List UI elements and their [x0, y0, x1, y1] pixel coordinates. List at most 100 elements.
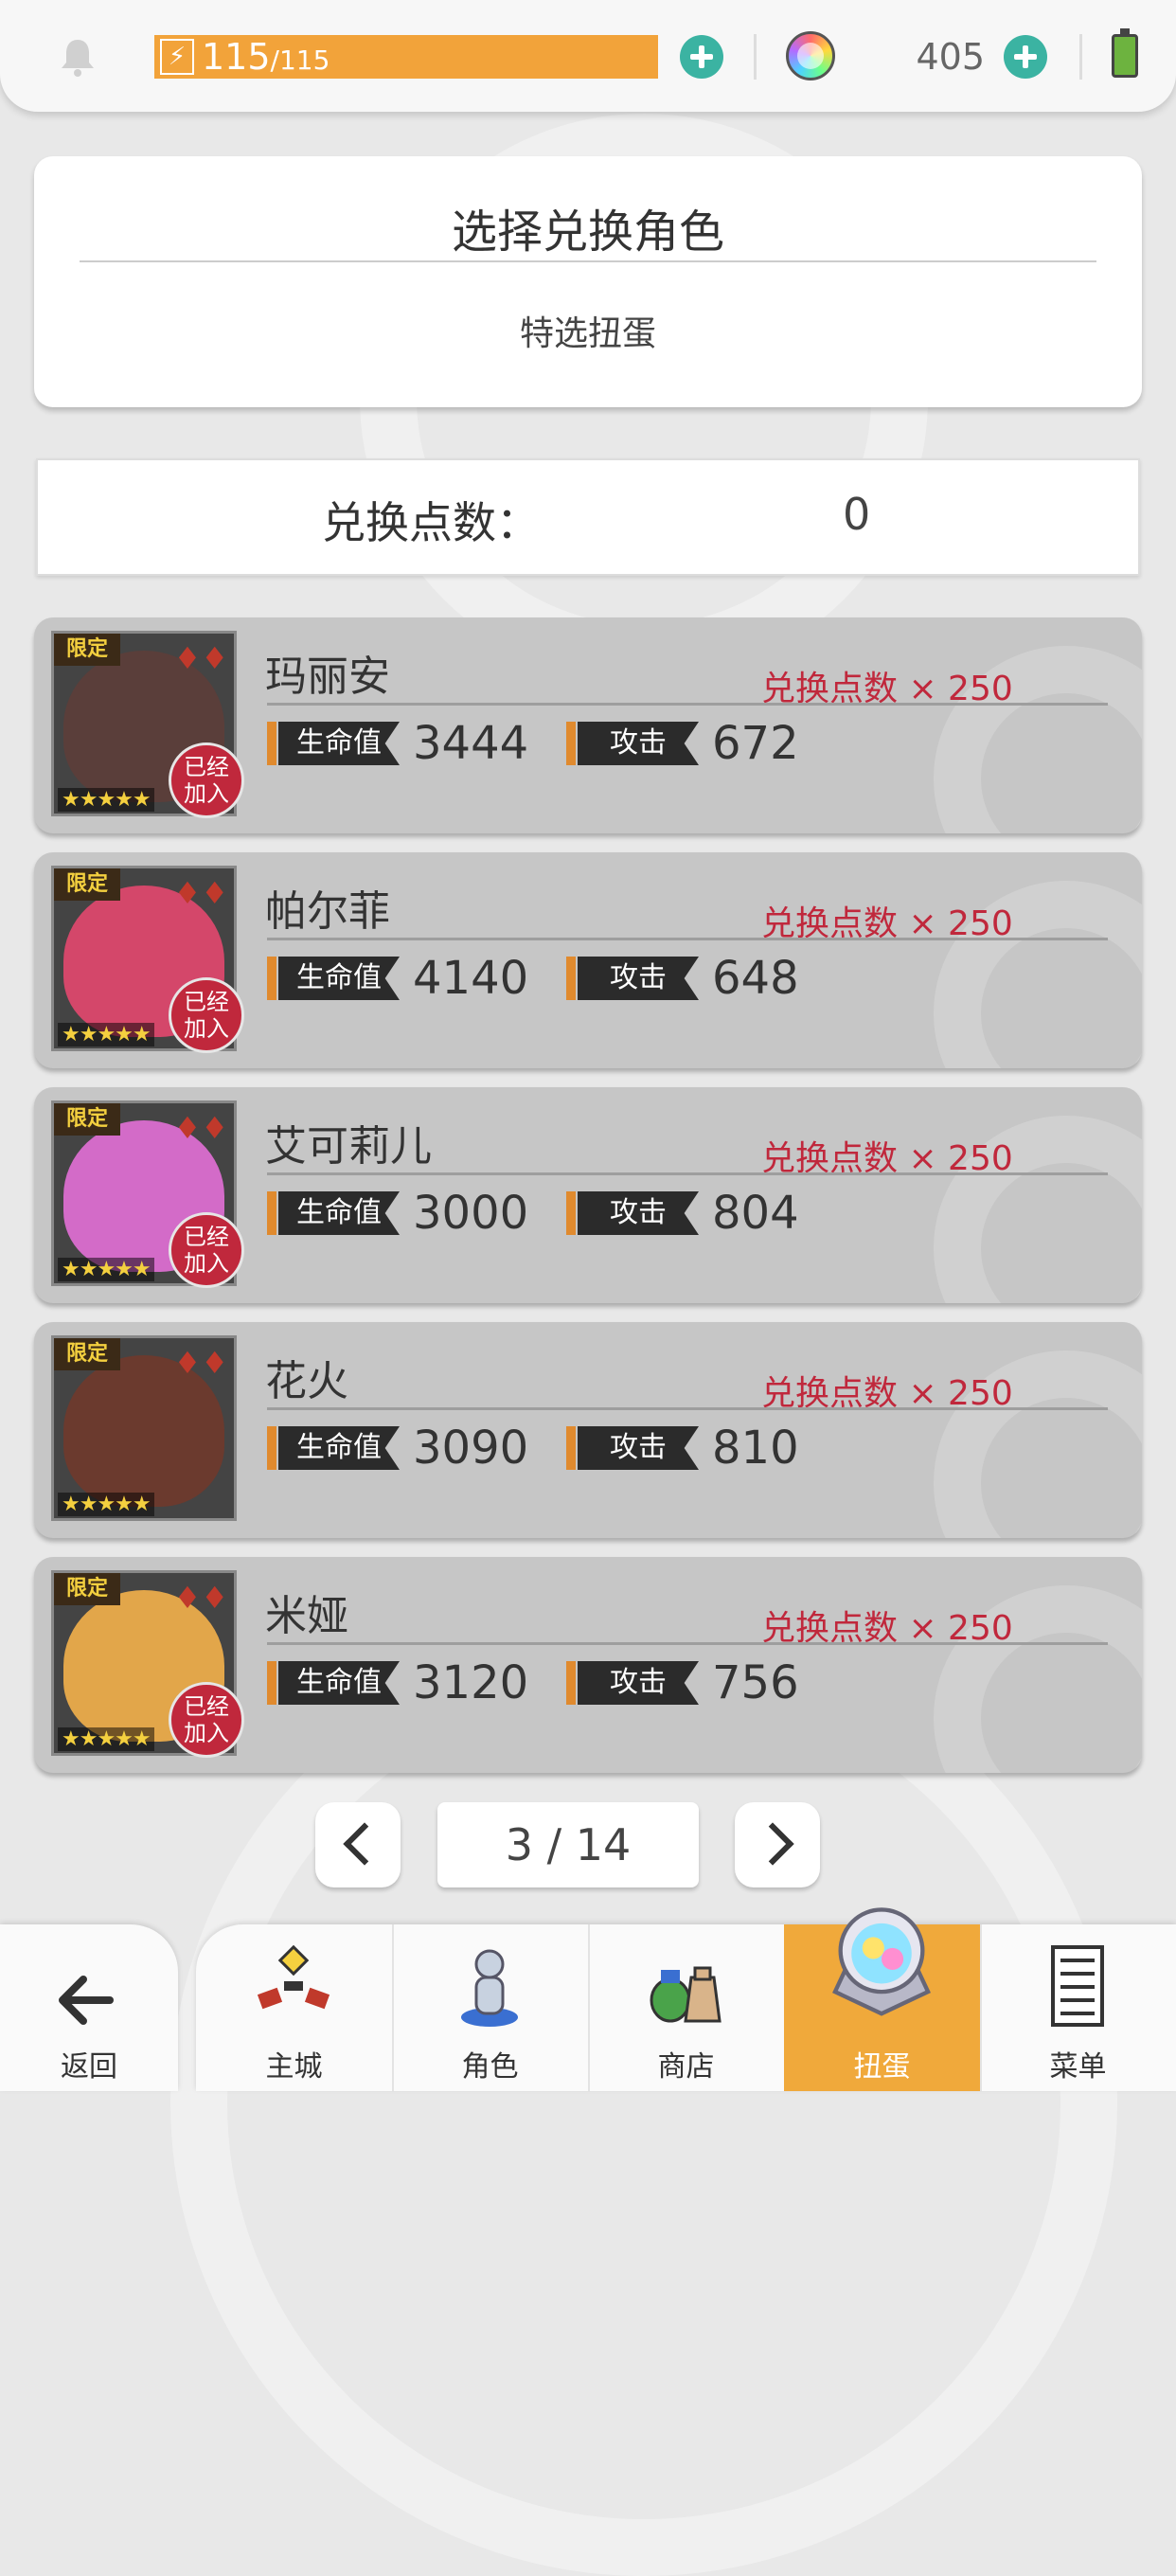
character-name: 花火 [265, 1357, 348, 1405]
attack-value: 804 [712, 1187, 799, 1240]
divider [267, 1642, 1108, 1645]
joined-badge: 已经 加入 [169, 977, 244, 1053]
diamond-suit-icon: ♦♦ [173, 1110, 228, 1146]
joined-badge-line2: 加入 [184, 1720, 229, 1746]
limited-tag: 限定 [54, 1338, 120, 1370]
attack-value: 756 [712, 1656, 799, 1709]
add-gems-button[interactable] [1004, 35, 1047, 79]
chevron-right-icon [751, 1822, 794, 1866]
exchange-points-value: 0 [843, 489, 871, 540]
character-card[interactable]: 限定 ♦♦ ★★★★★ 已经 加入 米娅 兑换点数 × 250 生命值 3120 攻击 756 [34, 1557, 1142, 1773]
joined-badge-line1: 已经 [184, 1224, 229, 1250]
attack-label: 攻击 [578, 722, 699, 765]
joined-badge-line2: 加入 [184, 780, 229, 807]
limited-tag: 限定 [54, 634, 120, 666]
select-character-panel[interactable]: 选择兑换角色 特选扭蛋 [34, 156, 1142, 407]
joined-badge-line2: 加入 [184, 1250, 229, 1277]
nav-item-menu[interactable]: 菜单 [980, 1924, 1176, 2091]
attack-label: 攻击 [578, 1426, 699, 1470]
gacha-orb-icon [832, 1907, 931, 2016]
rainbow-gem-icon [786, 31, 835, 80]
divider [267, 703, 1108, 706]
hp-label: 生命值 [278, 957, 400, 1000]
panel-title: 选择兑换角色 [451, 206, 724, 259]
nav-label: 商店 [657, 2050, 715, 2084]
exchange-points-label: 兑换点数： [322, 497, 540, 548]
divider [80, 260, 1096, 262]
back-label: 返回 [61, 2050, 117, 2084]
divider [754, 34, 757, 80]
main-city-icon [257, 1944, 330, 2010]
nav-item-shop[interactable]: 商店 [588, 1924, 784, 2091]
divider [267, 938, 1108, 940]
rarity-stars: ★★★★★ [58, 1023, 154, 1046]
attack-value: 672 [712, 717, 799, 770]
character-card[interactable]: 限定 ♦♦ ★★★★★ 已经 加入 艾可莉儿 兑换点数 × 250 生命值 3000 攻击 804 [34, 1087, 1142, 1303]
hp-label: 生命值 [278, 1426, 400, 1470]
hp-label: 生命值 [278, 1191, 400, 1235]
gacha-type[interactable]: 特选扭蛋 [34, 306, 1142, 355]
character-name: 米娅 [265, 1592, 348, 1640]
hp-value: 3090 [413, 1422, 529, 1475]
nav-item-characters[interactable]: 角色 [392, 1924, 588, 2091]
next-page-button[interactable] [735, 1802, 820, 1887]
stat-accent [267, 722, 276, 765]
character-name: 帕尔菲 [265, 887, 390, 936]
attack-label: 攻击 [578, 1661, 699, 1705]
battery-icon [1112, 28, 1138, 78]
stat-accent [566, 722, 576, 765]
arrow-left-icon [59, 1976, 114, 2025]
nav-label: 主城 [265, 2050, 323, 2084]
add-stamina-button[interactable] [680, 35, 723, 79]
nav-label: 扭蛋 [853, 2050, 911, 2084]
nav-label: 菜单 [1049, 2050, 1107, 2084]
hp-value: 3444 [413, 717, 529, 770]
stat-accent [566, 1661, 576, 1705]
character-icon [461, 1949, 518, 2027]
stamina-current: 115 [202, 36, 271, 78]
top-status-bar: ⚡ 115/115 405 [0, 0, 1176, 112]
stamina-bar: ⚡ 115/115 [154, 35, 658, 79]
hp-label: 生命值 [278, 722, 400, 765]
attack-value: 810 [712, 1422, 799, 1475]
joined-badge: 已经 加入 [169, 1212, 244, 1288]
diamond-suit-icon: ♦♦ [173, 640, 228, 676]
divider [1079, 34, 1082, 80]
character-card[interactable]: 限定 ♦♦ ★★★★★ 已经 加入 玛丽安 兑换点数 × 250 生命值 3444 攻击 672 [34, 617, 1142, 833]
stat-accent [566, 957, 576, 1000]
stamina-value: 115/115 [202, 35, 330, 79]
stat-accent [267, 1661, 276, 1705]
stat-accent [267, 1191, 276, 1235]
menu-list-icon [1051, 1945, 1104, 2027]
rarity-stars: ★★★★★ [58, 1493, 154, 1516]
rarity-stars: ★★★★★ [58, 788, 154, 812]
chevron-left-icon [343, 1822, 386, 1866]
joined-badge-line1: 已经 [184, 754, 229, 780]
limited-tag: 限定 [54, 1103, 120, 1136]
limited-tag: 限定 [54, 868, 120, 901]
bell-icon[interactable] [57, 36, 98, 78]
exchange-points-box: 兑换点数： 0 [36, 458, 1140, 576]
divider [267, 1407, 1108, 1410]
back-button[interactable]: 返回 [0, 1924, 178, 2091]
hp-label: 生命值 [278, 1661, 400, 1705]
character-card[interactable]: 限定 ♦♦ ★★★★★ 花火 兑换点数 × 250 生命值 3090 攻击 810 [34, 1322, 1142, 1538]
joined-badge-line1: 已经 [184, 989, 229, 1015]
prev-page-button[interactable] [315, 1802, 401, 1887]
joined-badge: 已经 加入 [169, 1682, 244, 1758]
gem-count: 405 [916, 36, 985, 78]
nav-item-gacha[interactable]: 扭蛋 [784, 1907, 980, 2091]
stat-accent [267, 957, 276, 1000]
attack-value: 648 [712, 952, 799, 1005]
stamina-max: /115 [270, 45, 330, 76]
joined-badge: 已经 加入 [169, 742, 244, 818]
stat-accent [566, 1426, 576, 1470]
attack-label: 攻击 [578, 957, 699, 1000]
lightning-icon: ⚡ [160, 39, 194, 75]
bottom-navigation: 主城 角色 商店 扭蛋 菜单 [196, 1907, 1176, 2091]
page-indicator: 3 / 14 [437, 1802, 699, 1887]
nav-item-main-city[interactable]: 主城 [196, 1924, 392, 2091]
character-card[interactable]: 限定 ♦♦ ★★★★★ 已经 加入 帕尔菲 兑换点数 × 250 生命值 4140 攻击 648 [34, 852, 1142, 1068]
diamond-suit-icon: ♦♦ [173, 1345, 228, 1381]
character-portrait[interactable]: 限定 ♦♦ ★★★★★ [51, 1335, 237, 1521]
